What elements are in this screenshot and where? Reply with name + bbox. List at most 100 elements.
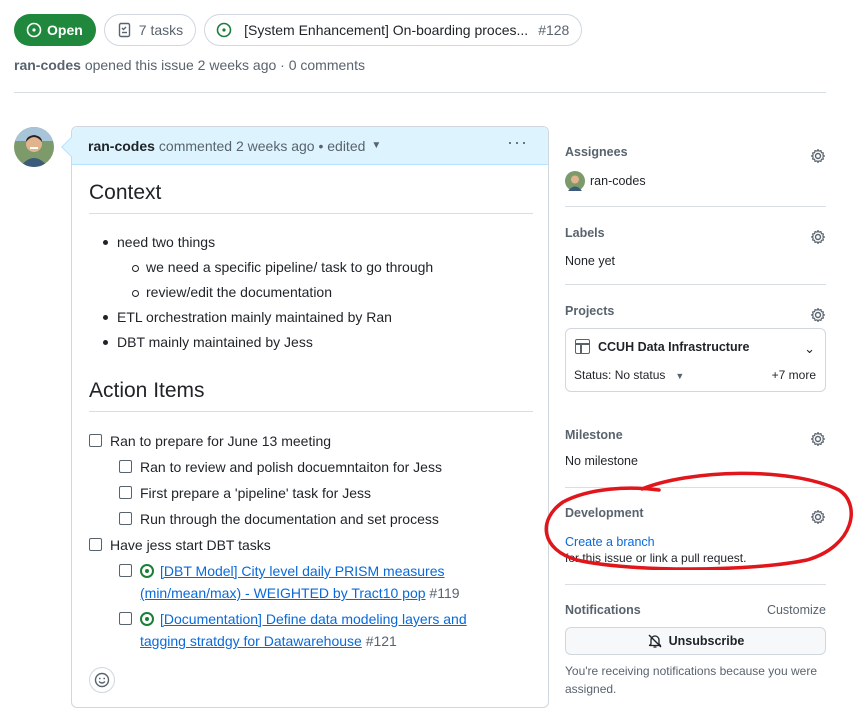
project-card[interactable]: CCUH Data Infrastructure ⌄ Status: No st… [565, 328, 826, 392]
sidebar-divider [565, 584, 826, 585]
assignee-row[interactable]: ran-codes [565, 171, 826, 191]
linked-issue-119[interactable]: [DBT Model] City level daily PRISM measu… [140, 560, 460, 604]
project-status-dropdown[interactable]: Status: No status ▼ [574, 368, 684, 382]
linked-issue-title[interactable]: tagging stratdgy for Datawarehouse [140, 633, 362, 649]
unsubscribe-label: Unsubscribe [668, 634, 745, 648]
gear-icon[interactable] [810, 431, 826, 447]
task-checkbox[interactable] [119, 486, 132, 499]
project-status: Status: No status [574, 368, 666, 382]
bell-slash-icon [648, 634, 662, 648]
projects-title: Projects [565, 304, 615, 318]
create-branch-text[interactable]: Create a branch [565, 535, 655, 549]
notifications-section: Notifications Customize [565, 603, 826, 617]
task-item: Ran to review and polish docuemntaiton f… [89, 454, 533, 480]
parent-issue-number: #128 [538, 22, 570, 38]
projects-section: Projects [565, 304, 826, 323]
linked-issue-title[interactable]: (min/mean/max) - WEIGHTED by Tract10 pop [140, 585, 426, 601]
gear-icon[interactable] [810, 509, 826, 525]
milestone-section: Milestone No milestone [565, 428, 826, 468]
project-more-fields[interactable]: +7 more [772, 368, 816, 382]
project-name[interactable]: CCUH Data Infrastructure [598, 340, 749, 354]
opened-text: opened this issue 2 weeks ago · 0 commen… [84, 57, 365, 73]
list-item-text: need two things [117, 234, 216, 250]
linked-issue-121[interactable]: [Documentation] Define data modeling lay… [140, 608, 467, 652]
labels-title: Labels [565, 226, 605, 240]
list-item-text: review/edit the documentation [146, 284, 332, 300]
kebab-menu-icon[interactable]: ··· [507, 133, 528, 151]
context-heading: Context [89, 181, 533, 214]
comment-author[interactable]: ran-codes [88, 138, 155, 154]
labels-section: Labels None yet [565, 226, 826, 268]
list-item: review/edit the documentation [130, 280, 533, 305]
assignees-title: Assignees [565, 145, 628, 159]
gear-icon[interactable] [810, 307, 826, 323]
task-checkbox[interactable] [119, 460, 132, 473]
parent-issue-pill[interactable]: [System Enhancement] On-boarding proces.… [204, 14, 583, 46]
sidebar-divider [565, 284, 826, 285]
tasks-count: 7 tasks [138, 22, 184, 38]
task-checkbox[interactable] [89, 434, 102, 447]
add-reaction-button[interactable] [89, 667, 115, 693]
development-title: Development [565, 506, 644, 520]
labels-value: None yet [565, 254, 616, 268]
task-item: [DBT Model] City level daily PRISM measu… [89, 560, 533, 604]
comment-meta[interactable]: commented 2 weeks ago • edited [159, 138, 365, 154]
issue-comment: ran-codes commented 2 weeks ago • edited… [61, 126, 549, 708]
action-items-heading: Action Items [89, 379, 533, 412]
task-checkbox[interactable] [119, 512, 132, 525]
gear-icon[interactable] [810, 148, 826, 164]
list-item-text: DBT mainly maintained by Jess [117, 334, 313, 350]
chevron-down-icon[interactable]: ⌄ [804, 341, 815, 357]
task-text: Run through the documentation and set pr… [140, 511, 439, 527]
unsubscribe-button[interactable]: Unsubscribe [565, 627, 826, 655]
list-item: need two things we need a specific pipel… [101, 230, 533, 305]
context-list: need two things we need a specific pipel… [89, 230, 533, 355]
linked-issue-number[interactable]: #119 [429, 585, 459, 601]
smiley-icon [94, 672, 110, 688]
task-text: Ran to review and polish docuemntaiton f… [140, 459, 442, 475]
development-section: Development Create a branch for this iss… [565, 506, 826, 567]
triangle-down-icon: ▼ [675, 371, 685, 381]
sidebar-divider [565, 487, 826, 488]
assignees-section: Assignees ran-codes [565, 145, 826, 191]
issue-open-icon [140, 564, 154, 578]
task-checkbox[interactable] [119, 612, 132, 625]
linked-issue-number[interactable]: #121 [366, 633, 397, 649]
task-checkbox[interactable] [89, 538, 102, 551]
open-state-badge: Open [14, 14, 96, 46]
list-item: ETL orchestration mainly maintained by R… [101, 305, 533, 330]
notification-note: You're receiving notifications because y… [565, 664, 817, 696]
linked-issue-title[interactable]: [Documentation] Define data modeling lay… [160, 611, 467, 627]
checklist-icon [118, 22, 130, 38]
task-checkbox[interactable] [119, 564, 132, 577]
task-item: Run through the documentation and set pr… [89, 506, 533, 532]
linked-issue-title[interactable]: [DBT Model] City level daily PRISM measu… [160, 563, 445, 579]
table-icon [575, 339, 590, 354]
chevron-down-icon[interactable]: ▼ [371, 140, 381, 151]
create-branch-link[interactable]: Create a branch [565, 533, 826, 549]
parent-issue-title: [System Enhancement] On-boarding proces.… [244, 22, 529, 38]
development-text: for this issue or link a pull request. [565, 551, 747, 565]
sidebar-divider [565, 206, 826, 207]
task-item: First prepare a 'pipeline' task for Jess [89, 480, 533, 506]
tasks-pill[interactable]: 7 tasks [103, 14, 197, 46]
list-item-text: we need a specific pipeline/ task to go … [146, 259, 434, 275]
avatar[interactable] [14, 127, 54, 167]
milestone-title: Milestone [565, 428, 623, 442]
comment-body: Context need two things we need a specif… [89, 181, 533, 652]
issue-author-link[interactable]: ran-codes [14, 57, 81, 73]
task-text: Ran to prepare for June 13 meeting [110, 433, 332, 449]
gear-icon[interactable] [810, 229, 826, 245]
milestone-value: No milestone [565, 454, 638, 468]
issue-header: Open 7 tasks [System Enhancement] On-boa… [14, 14, 583, 46]
customize-link[interactable]: Customize [767, 603, 826, 617]
list-item-text: ETL orchestration mainly maintained by R… [117, 309, 392, 325]
assignee-name: ran-codes [590, 174, 646, 188]
issue-subline: ran-codes opened this issue 2 weeks ago … [14, 57, 365, 73]
task-item: Have jess start DBT tasks [89, 532, 533, 558]
issue-open-icon [140, 612, 154, 626]
task-text: Have jess start DBT tasks [110, 537, 271, 553]
task-item: [Documentation] Define data modeling lay… [89, 608, 533, 652]
list-item: DBT mainly maintained by Jess [101, 330, 533, 355]
issue-open-icon [216, 22, 232, 38]
